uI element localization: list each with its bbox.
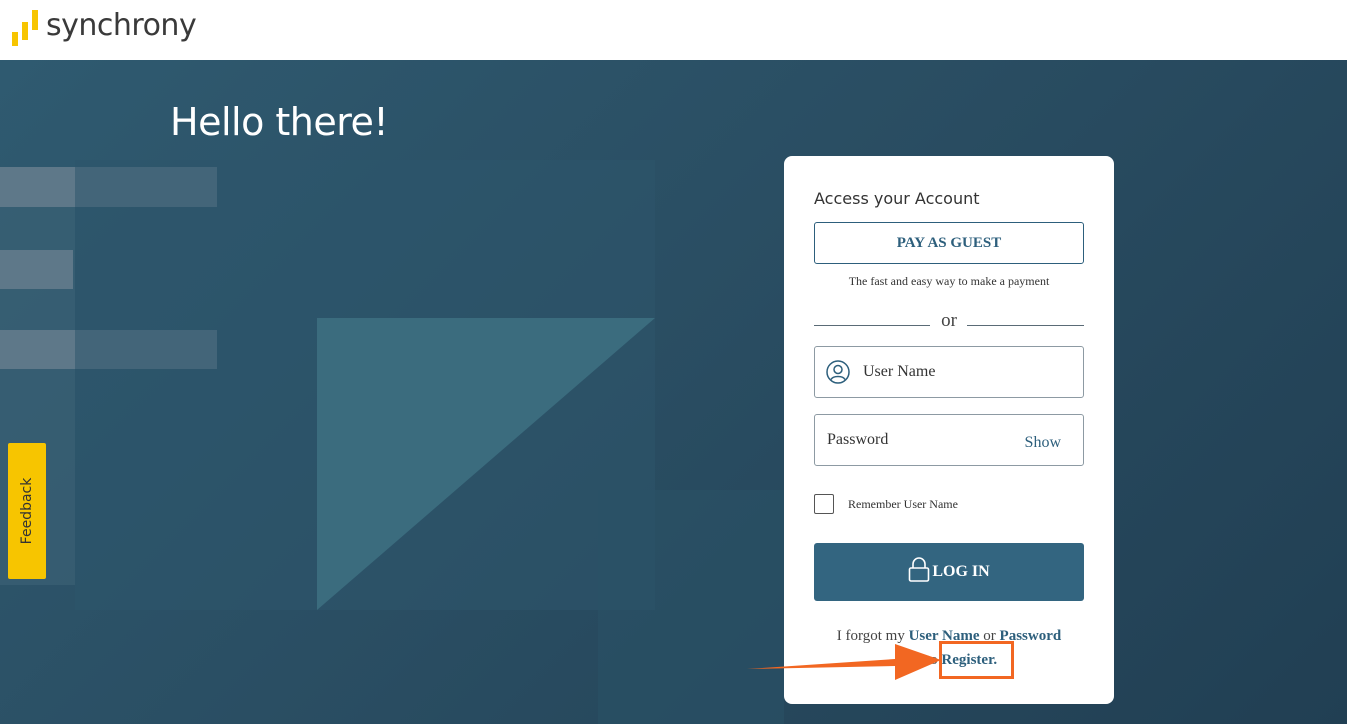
hero-section: Hello there! Feedback	[0, 60, 1347, 724]
password-placeholder: Password	[827, 431, 889, 448]
decor-triangle	[317, 318, 655, 610]
password-field[interactable]: Password Show	[814, 414, 1084, 466]
annotation-arrow-icon	[747, 644, 941, 680]
login-label: LOG IN	[932, 563, 990, 580]
feedback-label: Feedback	[19, 477, 35, 545]
username-field[interactable]: User Name	[814, 346, 1084, 398]
page-greeting: Hello there!	[170, 100, 389, 144]
remember-checkbox[interactable]	[814, 494, 834, 514]
card-title: Access your Account	[814, 189, 980, 208]
feedback-tab[interactable]: Feedback	[8, 443, 46, 579]
pay-as-guest-button[interactable]: PAY AS GUEST	[814, 222, 1084, 264]
divider-right	[967, 325, 1084, 326]
divider-or: or	[941, 310, 957, 331]
brand-name: synchrony	[46, 8, 197, 43]
username-placeholder: User Name	[863, 363, 936, 380]
top-bar: synchrony	[0, 0, 1347, 60]
guest-subtext: The fast and easy way to make a payment	[848, 274, 1050, 288]
remember-label: Remember User Name	[848, 497, 958, 511]
decor-bar	[0, 250, 73, 289]
divider-left	[814, 325, 930, 326]
show-password-button[interactable]: Show	[1025, 434, 1061, 452]
user-icon	[826, 360, 850, 384]
logo-bars-icon	[12, 10, 38, 46]
lock-icon	[909, 557, 930, 582]
login-button[interactable]: LOG IN	[814, 543, 1084, 601]
annotation-highlight-box	[939, 641, 1014, 679]
login-card: Access your Account PAY AS GUEST The fas…	[784, 156, 1114, 704]
